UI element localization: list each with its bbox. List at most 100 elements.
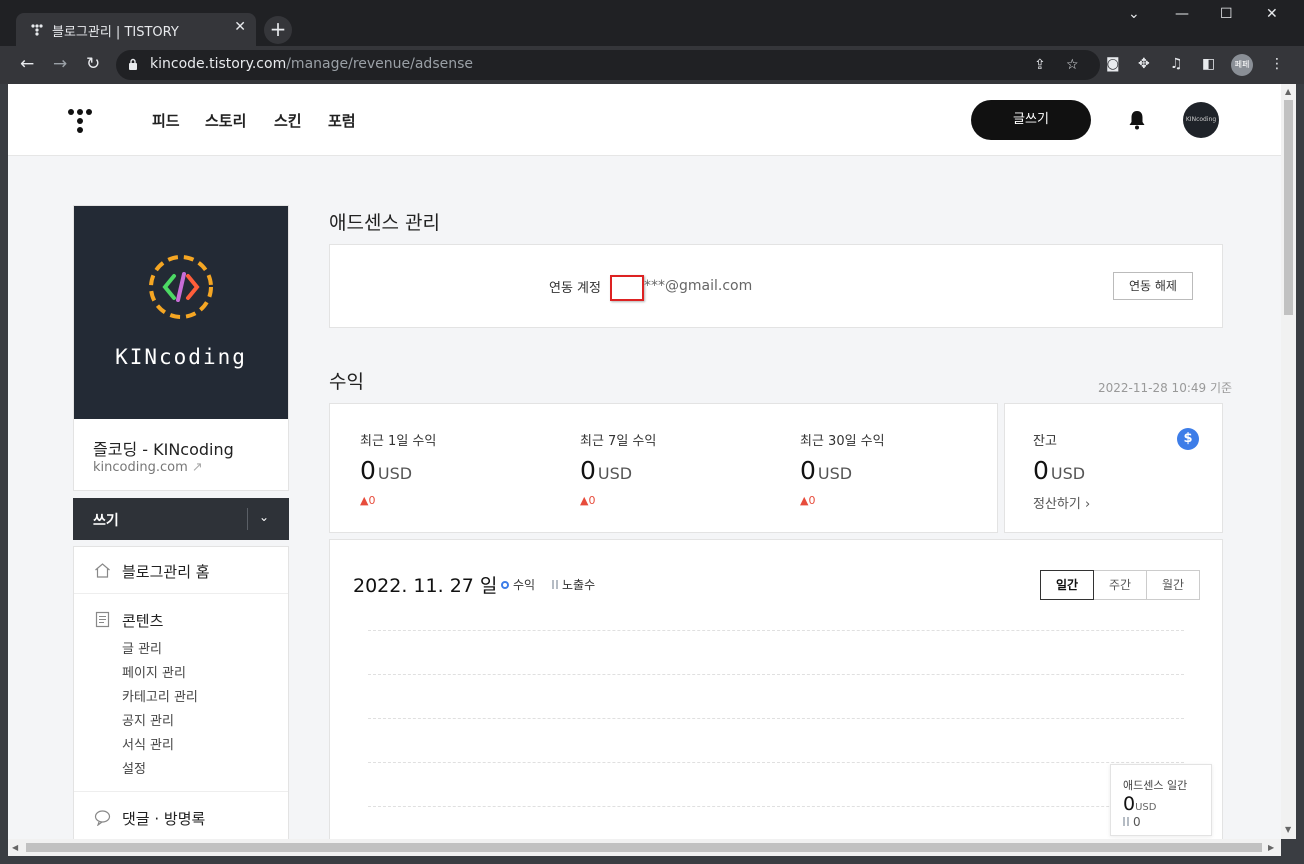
- tab-close-icon[interactable]: ✕: [234, 19, 246, 35]
- vertical-scroll-thumb[interactable]: [1284, 100, 1293, 315]
- dollar-icon: $: [1177, 428, 1199, 450]
- balance-label: 잔고: [1033, 434, 1057, 449]
- revenue-value: 0 USD: [800, 456, 852, 485]
- sidebar-item-content-settings[interactable]: 설정: [122, 758, 146, 777]
- blog-name[interactable]: 즐코딩 - KINcoding: [93, 436, 234, 460]
- nav-skin[interactable]: 스킨: [274, 110, 302, 131]
- legend-impressions: 노출수: [552, 576, 595, 593]
- sidebar-item-comments[interactable]: 댓글 · 방명록: [122, 808, 205, 829]
- site-header: 피드 스토리 스킨 포럼 글쓰기 KINcoding: [8, 84, 1281, 156]
- revenue-chart-panel: 2022. 11. 27 일 수익 노출수 일간 주간 월간: [329, 539, 1223, 839]
- nav-story[interactable]: 스토리: [205, 110, 246, 131]
- blog-profile-card: KINcoding 즐코딩 - KINcoding kincoding.com …: [73, 205, 289, 491]
- page-viewport: 피드 스토리 스킨 포럼 글쓰기 KINcoding KINcoding 즐코딩…: [8, 84, 1281, 839]
- nav-forum[interactable]: 포럼: [328, 110, 356, 131]
- lock-icon: [129, 58, 137, 70]
- legend-impressions-label: 노출수: [562, 578, 596, 592]
- chart-gridline: [368, 806, 1184, 807]
- write-post-button[interactable]: 글쓰기: [971, 100, 1091, 140]
- url-host: kincode.tistory.com: [150, 56, 287, 72]
- scroll-left-icon[interactable]: ◀: [12, 843, 18, 852]
- revenue-value: 0 USD: [360, 456, 412, 485]
- blog-cover-image[interactable]: KINcoding: [74, 206, 288, 419]
- adsense-title: 애드센스 관리: [329, 212, 440, 234]
- extensions-icon[interactable]: ✥: [1138, 56, 1150, 72]
- kebab-menu-icon[interactable]: ⋮: [1270, 56, 1284, 72]
- revenue-delta: ▲0: [800, 494, 816, 507]
- tab-search-icon[interactable]: ⌄: [1128, 6, 1140, 22]
- bell-icon[interactable]: [1128, 110, 1146, 130]
- revenue-delta: ▲0: [580, 494, 596, 507]
- browser-tab[interactable]: 블로그관리 | TISTORY ✕: [16, 13, 256, 46]
- tooltip-unit: USD: [1135, 802, 1157, 813]
- sidebar-item-templates[interactable]: 서식 관리: [122, 734, 174, 753]
- external-link-icon: ↗: [191, 460, 203, 475]
- settle-link[interactable]: 정산하기 ›: [1033, 493, 1090, 512]
- camera-icon[interactable]: ◙: [1106, 56, 1120, 72]
- tab-title: 블로그관리 | TISTORY: [52, 25, 179, 40]
- nav-feed[interactable]: 피드: [152, 110, 180, 131]
- new-tab-button[interactable]: +: [264, 16, 292, 44]
- revenue-delta: ▲0: [360, 494, 376, 507]
- revenue-unit: USD: [817, 464, 853, 483]
- side-panel-icon[interactable]: ◧: [1202, 56, 1215, 72]
- maximize-icon[interactable]: ☐: [1220, 6, 1233, 22]
- vertical-scrollbar[interactable]: ▲ ▼: [1281, 84, 1296, 839]
- url-path: /manage/revenue/adsense: [286, 56, 474, 72]
- user-avatar[interactable]: KINcoding: [1183, 102, 1219, 138]
- address-bar[interactable]: kincode.tistory.com/manage/revenue/adsen…: [116, 50, 1100, 80]
- star-icon[interactable]: ☆: [1066, 57, 1079, 73]
- chart-gridline: [368, 718, 1184, 719]
- close-window-icon[interactable]: ✕: [1266, 6, 1278, 22]
- scroll-down-icon[interactable]: ▼: [1285, 825, 1291, 834]
- revenue-amount: 0: [800, 456, 816, 485]
- adsense-link-panel: 연동 계정 ***@gmail.com 연동 해제: [329, 244, 1223, 328]
- horizontal-scrollbar[interactable]: ◀ ▶: [8, 839, 1281, 856]
- scroll-right-icon[interactable]: ▶: [1268, 843, 1274, 852]
- legend-revenue: 수익: [501, 576, 535, 593]
- sidebar-item-pages[interactable]: 페이지 관리: [122, 662, 186, 681]
- speech-bubble-icon: [94, 810, 111, 826]
- chevron-down-icon[interactable]: ⌄: [259, 510, 269, 524]
- reload-icon[interactable]: ↻: [86, 54, 100, 74]
- blog-url-text: kincoding.com: [93, 460, 188, 475]
- revenue-label: 최근 1일 수익: [360, 434, 437, 449]
- tistory-logo-icon[interactable]: [67, 108, 93, 134]
- tooltip-amount: 0: [1123, 793, 1136, 815]
- period-weekly-button[interactable]: 주간: [1093, 570, 1147, 600]
- compose-button[interactable]: 쓰기 ⌄: [73, 498, 289, 540]
- horizontal-scroll-thumb[interactable]: [26, 843, 1262, 852]
- revenue-label: 최근 30일 수익: [800, 434, 885, 449]
- tistory-favicon-icon: [31, 24, 43, 36]
- back-arrow-icon[interactable]: ←: [20, 54, 34, 74]
- revenue-label: 최근 7일 수익: [580, 434, 657, 449]
- menu-divider: [74, 593, 288, 594]
- unlink-button[interactable]: 연동 해제: [1113, 272, 1193, 300]
- blog-cover-title: KINcoding: [115, 345, 247, 369]
- media-icon[interactable]: ♫: [1170, 56, 1183, 72]
- sidebar-item-posts[interactable]: 글 관리: [122, 638, 162, 657]
- updated-timestamp: 2022-11-28 10:49 기준: [1098, 381, 1233, 395]
- share-icon[interactable]: ⇪: [1034, 57, 1046, 73]
- blog-url[interactable]: kincoding.com ↗: [93, 460, 203, 475]
- balance-amount: 0: [1033, 456, 1049, 485]
- sidebar-item-categories[interactable]: 카테고리 관리: [122, 686, 198, 705]
- sidebar-item-home[interactable]: 블로그관리 홈: [122, 561, 210, 582]
- sidebar-item-contents[interactable]: 콘텐츠: [122, 610, 163, 631]
- profile-avatar[interactable]: 페페: [1231, 54, 1253, 76]
- period-monthly-button[interactable]: 월간: [1146, 570, 1200, 600]
- chart-gridline: [368, 674, 1184, 675]
- balance-panel: 잔고 $ 0 USD 정산하기 ›: [1004, 403, 1223, 533]
- impressions-bar-icon: [1123, 817, 1129, 826]
- revenue-amount: 0: [360, 456, 376, 485]
- scroll-up-icon[interactable]: ▲: [1285, 87, 1291, 96]
- sidebar-item-notices[interactable]: 공지 관리: [122, 710, 174, 729]
- browser-toolbar: ← → ↻ kincode.tistory.com/manage/revenue…: [0, 46, 1304, 84]
- period-daily-button[interactable]: 일간: [1040, 570, 1094, 600]
- tooltip-impressions-value: 0: [1133, 815, 1141, 829]
- compose-label: 쓰기: [93, 513, 119, 529]
- forward-arrow-icon[interactable]: →: [53, 54, 67, 74]
- browser-titlebar: 블로그관리 | TISTORY ✕ + ⌄ — ☐ ✕: [0, 0, 1304, 46]
- revenue-title: 수익: [329, 371, 364, 393]
- minimize-icon[interactable]: —: [1175, 6, 1189, 22]
